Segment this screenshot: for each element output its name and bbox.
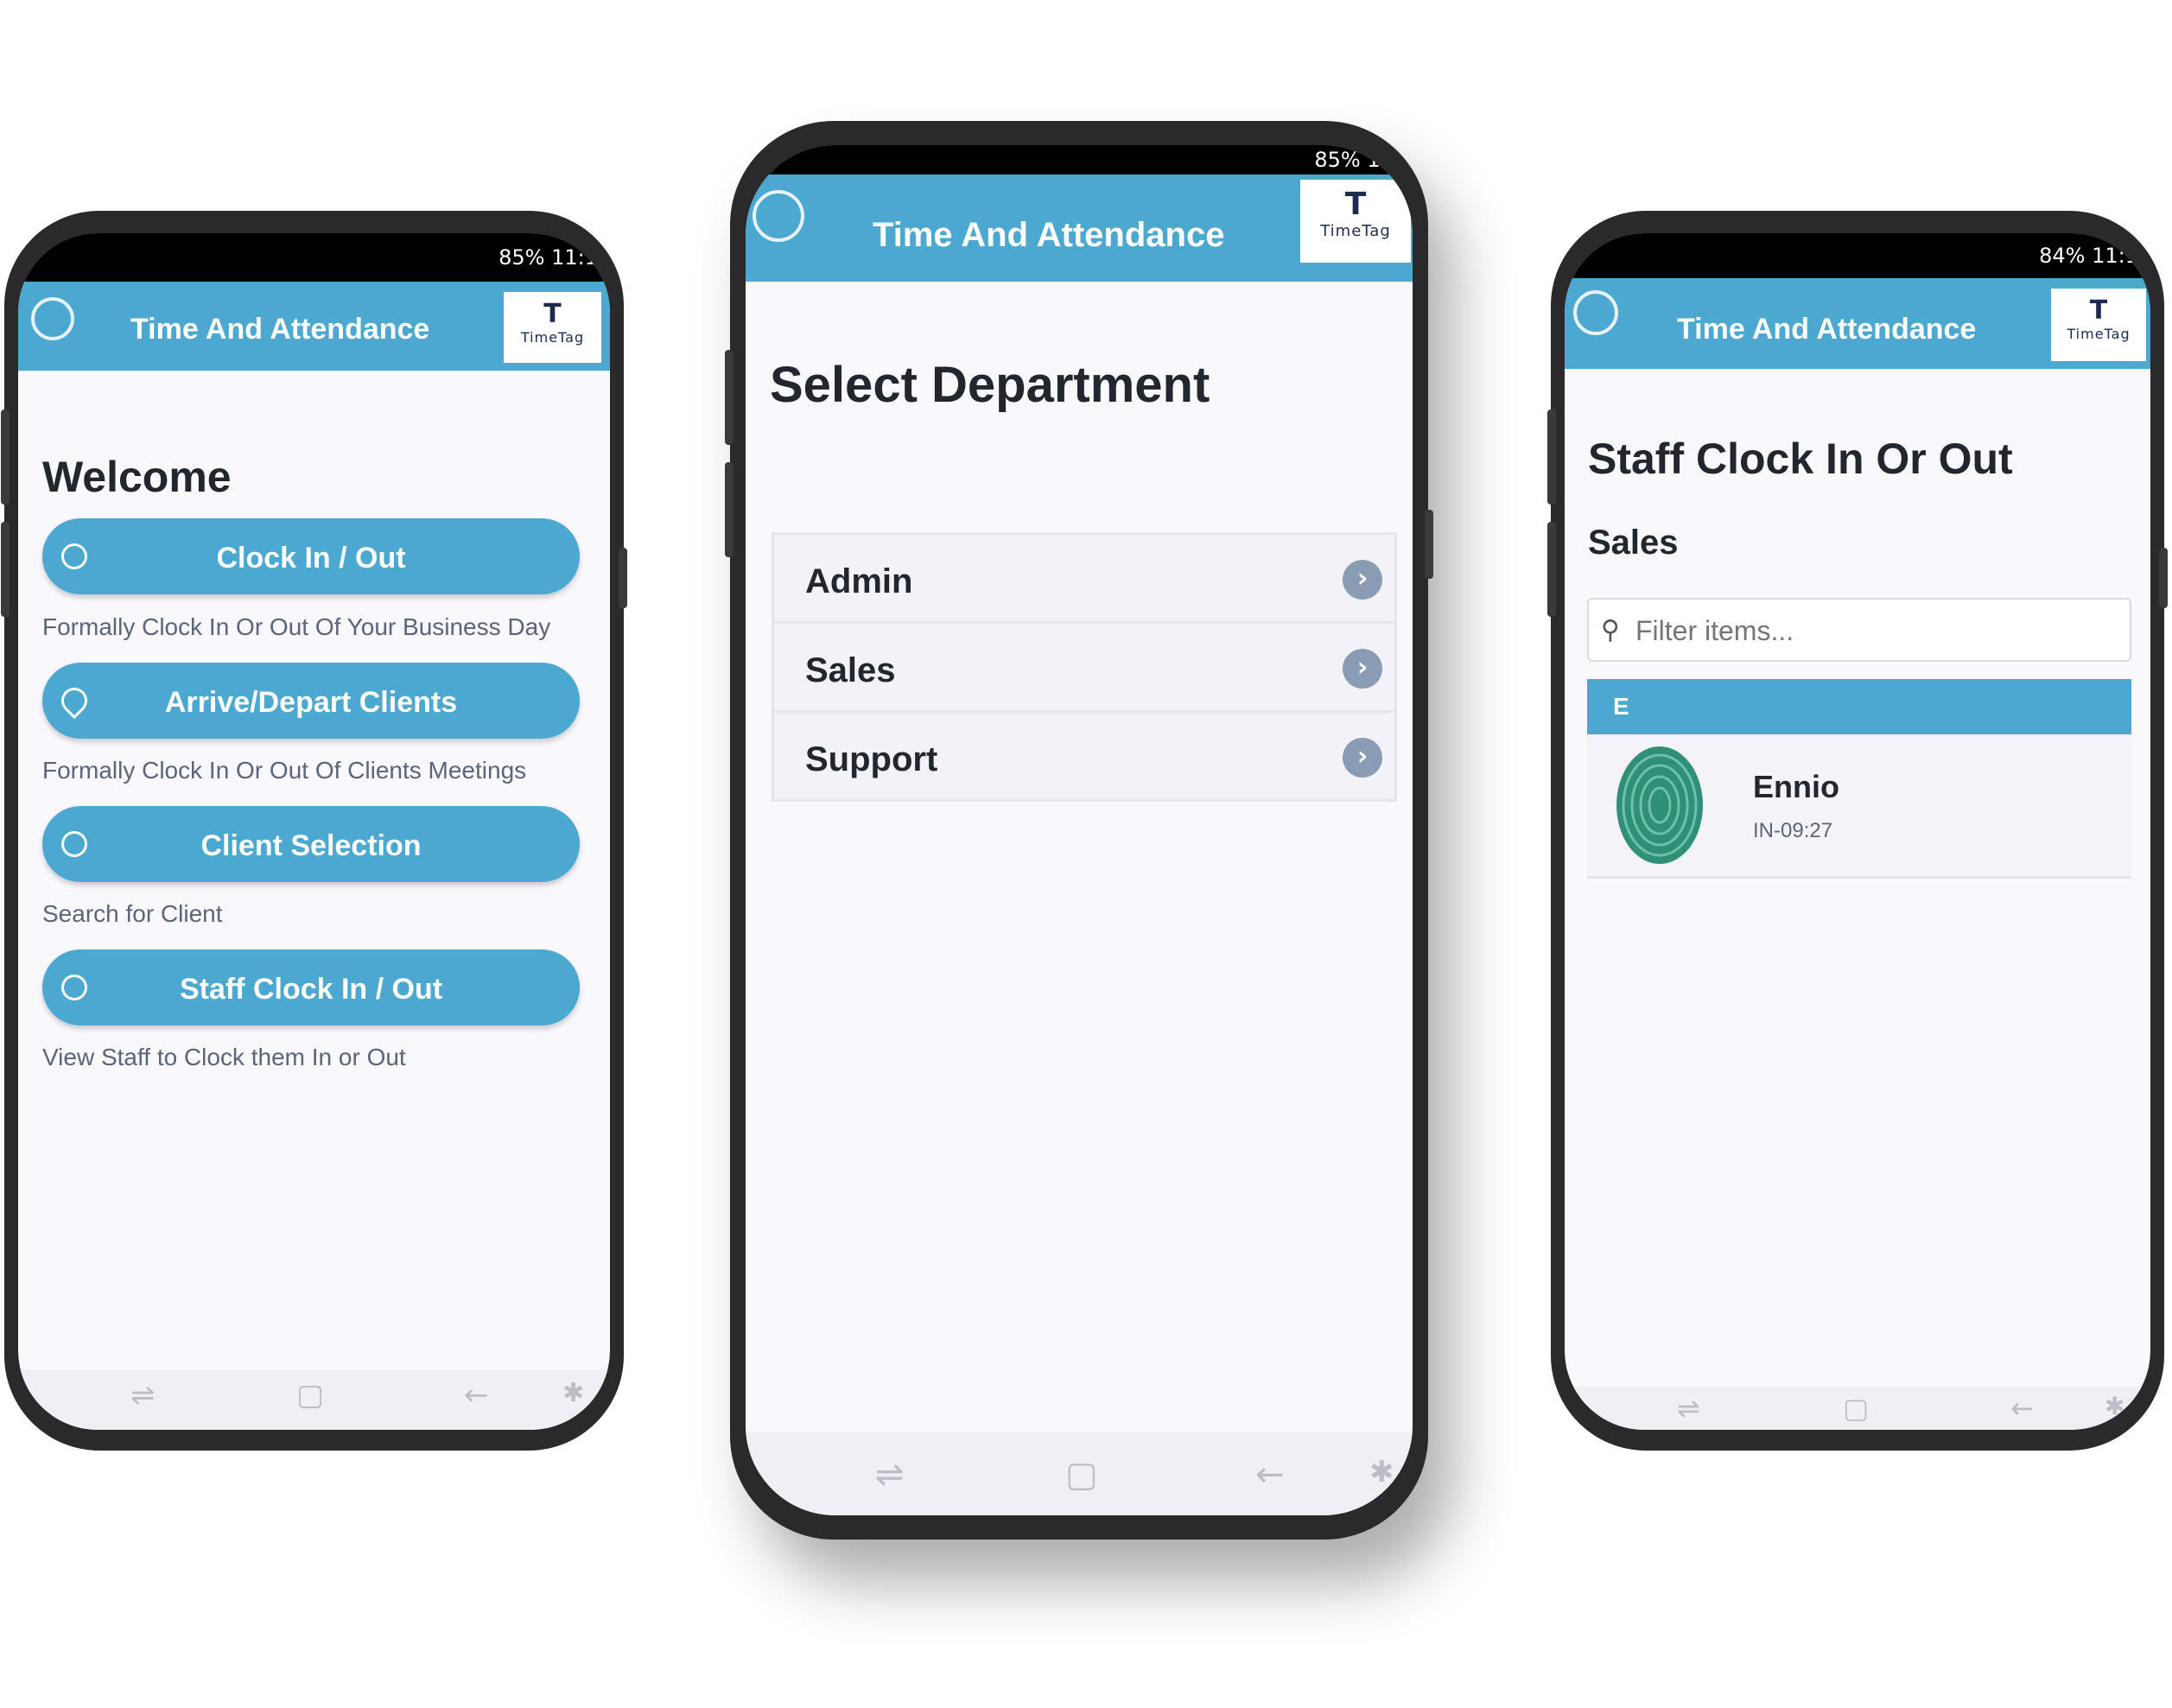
back-icon[interactable]: ←: [1255, 1455, 1285, 1495]
chevron-right-icon: ›: [1343, 738, 1382, 778]
accessibility-icon[interactable]: ✱: [562, 1378, 584, 1408]
timetag-logo: T TimeTag: [504, 292, 601, 363]
status-bar: 84% 11:1: [1565, 233, 2150, 278]
side-button: [1547, 522, 1556, 617]
client-selection-button[interactable]: Client Selection: [42, 806, 580, 882]
recent-apps-icon[interactable]: ⇌: [875, 1455, 905, 1495]
clock-in-out-button[interactable]: Clock In / Out: [42, 518, 580, 594]
android-nav-bar: ⇌ ▢ ← ✱: [1565, 1387, 2150, 1430]
status-text: 85% 11:: [1314, 148, 1400, 172]
filter-input[interactable]: [1634, 610, 2121, 651]
arrive-depart-clients-button[interactable]: Arrive/Depart Clients: [42, 663, 580, 739]
app-title: Time And Attendance: [1677, 313, 1977, 346]
settings-icon[interactable]: [31, 297, 74, 340]
home-icon[interactable]: ▢: [1843, 1392, 1869, 1425]
recent-apps-icon[interactable]: ⇌: [130, 1378, 156, 1413]
phone-right: 84% 11:1 Time And Attendance T TimeTag S…: [1547, 211, 2168, 1451]
back-circle-icon[interactable]: [753, 190, 804, 242]
chevron-right-icon: ›: [1343, 649, 1382, 689]
app-title: Time And Attendance: [873, 216, 1225, 254]
timetag-logo: T TimeTag: [1300, 180, 1411, 263]
page-title: Staff Clock In Or Out: [1588, 435, 2013, 483]
page-title: Welcome: [42, 453, 232, 501]
filter-search-box[interactable]: ⚲: [1587, 598, 2131, 662]
side-button: [1, 410, 10, 505]
recent-apps-icon[interactable]: ⇌: [1677, 1392, 1700, 1425]
department-list: Admin › Sales › Support ›: [772, 532, 1397, 802]
page-title: Select Department: [770, 357, 1210, 413]
back-icon[interactable]: ←: [464, 1378, 489, 1413]
search-icon: ⚲: [1601, 615, 1620, 645]
status-text: 84% 11:1: [2039, 244, 2138, 268]
android-nav-bar: ⇌ ▢ ← ✱: [18, 1369, 610, 1430]
android-nav-bar: ⇌ ▢ ← ✱: [746, 1432, 1413, 1515]
group-header: E: [1587, 679, 2131, 734]
side-button: [619, 548, 627, 608]
fingerprint-icon: [1616, 746, 1703, 864]
phone-left: 85% 11:1 Time And Attendance T TimeTag W…: [1, 211, 627, 1451]
app-header: Time And Attendance T TimeTag: [746, 175, 1413, 282]
app-header: Time And Attendance T TimeTag: [18, 282, 610, 371]
side-button: [1547, 410, 1556, 505]
phone-center: 85% 11: Time And Attendance T TimeTag Se…: [725, 121, 1433, 1540]
staff-name: Ennio: [1753, 769, 1839, 804]
back-circle-icon[interactable]: [1573, 290, 1618, 335]
department-item-support[interactable]: Support ›: [774, 713, 1394, 799]
side-button: [1425, 510, 1433, 579]
phone-screen: 85% 11:1 Time And Attendance T TimeTag W…: [18, 233, 610, 1430]
home-icon[interactable]: ▢: [296, 1378, 324, 1413]
phone-screen: 85% 11: Time And Attendance T TimeTag Se…: [746, 145, 1413, 1515]
department-item-admin[interactable]: Admin ›: [774, 535, 1394, 624]
staff-clock-in-out-button[interactable]: Staff Clock In / Out: [42, 949, 580, 1025]
status-bar: 85% 11:: [746, 145, 1413, 175]
side-button: [725, 462, 734, 557]
status-text: 85% 11:1: [499, 245, 598, 270]
back-icon[interactable]: ←: [2010, 1392, 2034, 1425]
chevron-right-icon: ›: [1343, 560, 1382, 600]
phone-screen: 84% 11:1 Time And Attendance T TimeTag S…: [1565, 233, 2150, 1430]
timetag-logo: T TimeTag: [2051, 289, 2146, 361]
app-title: Time And Attendance: [130, 313, 430, 346]
menu-description: Formally Clock In Or Out Of Your Busines…: [42, 613, 551, 640]
department-item-sales[interactable]: Sales ›: [774, 624, 1394, 713]
app-header: Time And Attendance T TimeTag: [1565, 278, 2150, 369]
side-button: [725, 350, 734, 445]
menu-description: Search for Client: [42, 900, 223, 927]
department-subtitle: Sales: [1588, 524, 1679, 562]
accessibility-icon[interactable]: ✱: [2105, 1392, 2124, 1420]
menu-description: View Staff to Clock them In or Out: [42, 1044, 406, 1070]
status-bar: 85% 11:1: [18, 233, 610, 282]
accessibility-icon[interactable]: ✱: [1369, 1455, 1394, 1489]
home-icon[interactable]: ▢: [1065, 1455, 1098, 1495]
staff-status: IN-09:27: [1753, 819, 1833, 842]
side-button: [1, 522, 10, 617]
staff-row[interactable]: Ennio IN-09:27: [1587, 734, 2131, 879]
side-button: [2159, 548, 2168, 608]
menu-description: Formally Clock In Or Out Of Clients Meet…: [42, 757, 527, 784]
